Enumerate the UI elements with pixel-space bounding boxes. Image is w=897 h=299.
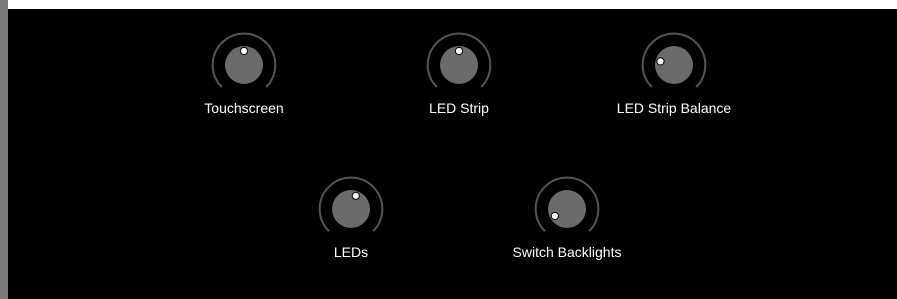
knob-indicator-dot — [550, 211, 559, 221]
left-edge-bar — [0, 0, 8, 299]
knob-indicator-dot — [239, 46, 249, 56]
knob-led-strip-balance[interactable] — [641, 32, 707, 98]
knob-label-led-strip-balance: LED Strip Balance — [616, 100, 732, 116]
knob-group-led-strip-balance: LED Strip Balance — [594, 32, 754, 132]
knob-group-leds: LEDs — [271, 176, 431, 276]
knob-led-strip[interactable] — [426, 32, 492, 98]
knob-label-touchscreen: Touchscreen — [204, 100, 284, 116]
knob-leds[interactable] — [318, 176, 384, 242]
knob-label-led-strip: LED Strip — [429, 100, 489, 116]
knob-indicator-dot — [454, 46, 464, 56]
knob-group-led-strip: LED Strip — [379, 32, 539, 132]
knob-switch-backlights[interactable] — [534, 176, 600, 242]
knob-label-switch-backlights: Switch Backlights — [512, 244, 622, 260]
knob-indicator-dot — [351, 191, 360, 200]
knob-label-leds: LEDs — [333, 244, 369, 260]
knob-indicator-dot — [656, 57, 665, 66]
knob-touchscreen[interactable] — [211, 32, 277, 98]
knob-group-switch-backlights: Switch Backlights — [487, 176, 647, 276]
knob-group-touchscreen: Touchscreen — [164, 32, 324, 132]
